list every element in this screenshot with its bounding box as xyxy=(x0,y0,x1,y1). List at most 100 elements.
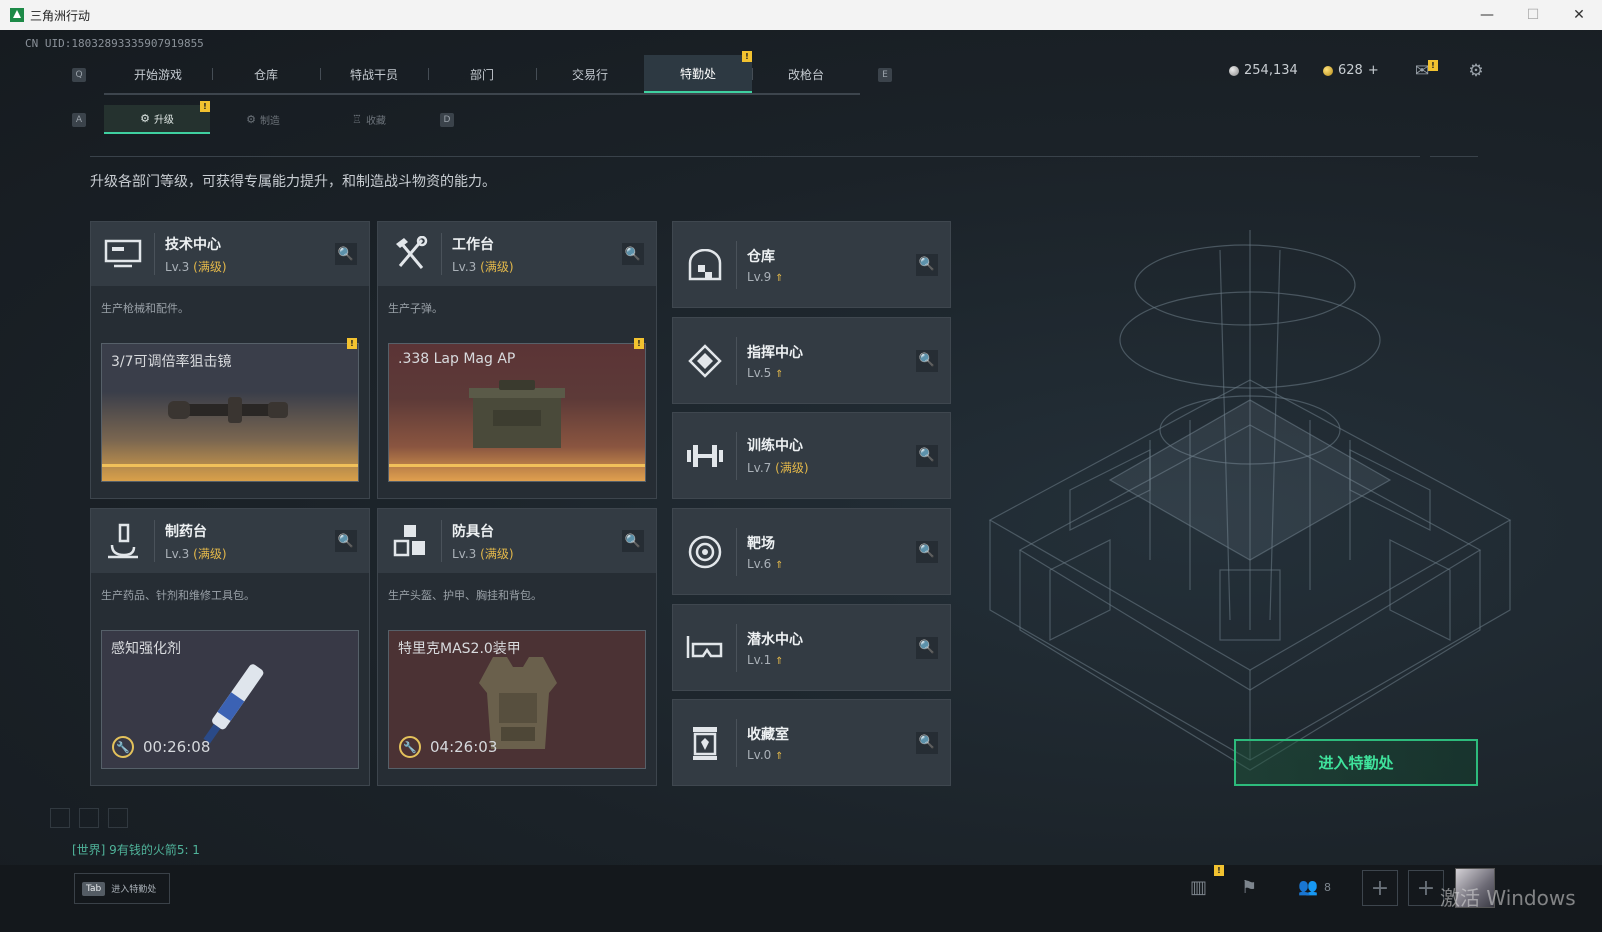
subtab-upgrade[interactable]: ⚙ 升级 ! xyxy=(104,101,210,134)
search-icon[interactable]: 🔍 xyxy=(335,243,357,265)
subtab-collection[interactable]: ♖ 收藏 xyxy=(316,105,422,134)
product-name: .338 Lap Mag AP xyxy=(398,351,516,367)
product-slot[interactable]: 感知强化剂 🔧 00:26:08 xyxy=(101,630,359,769)
timer-value: 00:26:08 xyxy=(143,738,211,756)
search-icon[interactable]: 🔍 xyxy=(916,444,938,467)
search-icon[interactable]: 🔍 xyxy=(622,530,644,552)
stats-badge: ! xyxy=(1214,865,1224,876)
tab-warehouse[interactable]: 仓库 xyxy=(212,55,320,93)
subtab-collection-label: 收藏 xyxy=(365,116,386,127)
sub-nav: A ⚙ 升级 ! ⚙ 制造 ♖ 收藏 D xyxy=(72,101,454,134)
game-viewport: CN UID:18032893335907919855 Q 开始游戏 仓库 特战… xyxy=(0,30,1602,932)
subtab-craft[interactable]: ⚙ 制造 xyxy=(210,105,316,134)
upgrade-icon: ⚙ xyxy=(140,112,150,125)
tab-special-ops[interactable]: 特勤处 ! xyxy=(644,51,752,93)
dept-card-pharmacy[interactable]: 制药台 Lv.3 (满级) 🔍 生产药品、针剂和维修工具包。 感知强化剂 🔧 0… xyxy=(90,508,370,786)
world-chat-message[interactable]: [世界] 9有钱的火箭5: 1 xyxy=(72,841,200,858)
upgrade-arrow-icon: ⇑ xyxy=(775,368,784,380)
add-team-slot-button[interactable]: + xyxy=(1362,870,1398,906)
dept-level: Lv.1 ⇑ xyxy=(747,652,784,667)
tab-key: Tab xyxy=(82,881,106,896)
card-title: 制药台 xyxy=(165,523,207,540)
headquarters-wireframe-image xyxy=(988,230,1512,771)
tab-start-game[interactable]: 开始游戏 xyxy=(104,55,212,93)
flag-icon[interactable]: ⚑ xyxy=(1241,877,1257,898)
decorative-square xyxy=(50,808,70,828)
maximize-button[interactable]: ☐ xyxy=(1510,0,1556,30)
target-icon xyxy=(673,527,737,576)
page-description: 升级各部门等级，可获得专属能力提升，和制造战斗物资的能力。 xyxy=(90,174,496,190)
divider xyxy=(1430,156,1478,157)
subtab-upgrade-label: 升级 xyxy=(153,115,174,126)
nav-next-key[interactable]: E xyxy=(878,68,892,82)
dept-title: 指挥中心 xyxy=(747,344,803,361)
search-icon[interactable]: 🔍 xyxy=(335,530,357,552)
silver-amount: 254,134 xyxy=(1244,63,1298,78)
window-title: 三角洲行动 xyxy=(30,8,91,23)
search-icon[interactable]: 🔍 xyxy=(622,243,644,265)
dept-card-workbench[interactable]: 工作台 Lv.3 (满级) 🔍 生产子弹。 .338 Lap Mag AP ! xyxy=(377,221,657,499)
settings-gear-icon[interactable]: ⚙ xyxy=(1466,63,1486,80)
main-nav: Q 开始游戏 仓库 特战干员 部门 交易行 特勤处 ! 改枪台 E xyxy=(72,51,892,95)
gold-coin-icon xyxy=(1323,65,1333,76)
dept-warehouse[interactable]: 仓库 Lv.9 ⇑ 🔍 xyxy=(672,221,951,308)
dept-card-tech-center[interactable]: 技术中心 Lv.3 (满级) 🔍 生产枪械和配件。 3/7可调倍率狙击镜 ! xyxy=(90,221,370,499)
scope-image xyxy=(168,397,288,423)
dept-title: 训练中心 xyxy=(747,438,803,454)
decorative-square xyxy=(79,808,99,828)
gold-currency[interactable]: 628 + xyxy=(1323,63,1379,78)
command-icon xyxy=(673,336,737,385)
friends-count: 8 xyxy=(1324,881,1331,894)
dept-level: Lv.9 ⇑ xyxy=(747,269,784,284)
dept-command-center[interactable]: 指挥中心 Lv.5 ⇑ 🔍 xyxy=(672,317,951,404)
ammo-box-image xyxy=(469,380,565,448)
dept-training-center[interactable]: 训练中心 Lv.7 (满级) 🔍 xyxy=(672,412,951,499)
subnav-next-key[interactable]: D xyxy=(440,112,454,127)
card-title: 工作台 xyxy=(452,236,494,253)
tab-trading[interactable]: 交易行 xyxy=(536,55,644,93)
search-icon[interactable]: 🔍 xyxy=(916,731,938,754)
gold-amount: 628 xyxy=(1338,63,1363,78)
trophy-icon xyxy=(673,718,737,767)
search-icon[interactable]: 🔍 xyxy=(916,540,938,563)
dept-card-armor[interactable]: 防具台 Lv.3 (满级) 🔍 生产头盔、护甲、胸挂和背包。 特里克MAS2.0… xyxy=(377,508,657,786)
dept-level: Lv.0 ⇑ xyxy=(747,747,784,762)
tab-shortcut-hint[interactable]: Tab 进入特勤处 xyxy=(74,873,170,904)
dept-diving-center[interactable]: 潜水中心 Lv.1 ⇑ 🔍 xyxy=(672,604,951,691)
minimize-button[interactable]: — xyxy=(1464,0,1510,30)
product-slot[interactable]: .338 Lap Mag AP xyxy=(388,343,646,482)
card-level: Lv.3 (满级) xyxy=(165,259,227,274)
close-button[interactable]: ✕ xyxy=(1556,0,1602,30)
tab-special-ops-label: 特勤处 xyxy=(679,66,716,81)
card-level: Lv.3 (满级) xyxy=(452,546,514,561)
timer-value: 04:26:03 xyxy=(430,738,498,756)
tab-departments[interactable]: 部门 xyxy=(428,55,536,93)
dept-collection-room[interactable]: 收藏室 Lv.0 ⇑ 🔍 xyxy=(672,699,951,786)
tab-gunsmith[interactable]: 改枪台 xyxy=(752,55,860,93)
silver-coin-icon xyxy=(1229,65,1239,76)
add-gold-button[interactable]: + xyxy=(1368,63,1379,78)
card-description: 生产枪械和配件。 xyxy=(101,302,189,315)
decorative-square xyxy=(108,808,128,828)
friends-icon[interactable]: 👥 xyxy=(1298,877,1318,896)
craft-timer: 🔧 04:26:03 xyxy=(399,736,497,758)
silver-currency: 254,134 xyxy=(1229,63,1298,78)
mail-badge: ! xyxy=(1428,60,1438,71)
search-icon[interactable]: 🔍 xyxy=(916,636,938,659)
product-slot[interactable]: 3/7可调倍率狙击镜 xyxy=(101,343,359,482)
search-icon[interactable]: 🔍 xyxy=(916,253,938,276)
wrench-icon: 🔧 xyxy=(112,736,134,758)
nav-prev-key[interactable]: Q xyxy=(72,68,86,82)
dept-shooting-range[interactable]: 靶场 Lv.6 ⇑ 🔍 xyxy=(672,508,951,595)
dept-title: 收藏室 xyxy=(747,726,789,743)
card-description: 生产子弹。 xyxy=(388,302,443,315)
tab-operators[interactable]: 特战干员 xyxy=(320,55,428,93)
enter-special-ops-button[interactable]: 进入特勤处 xyxy=(1234,739,1478,786)
add-team-slot-button[interactable]: + xyxy=(1408,870,1444,906)
stats-chart-icon[interactable]: ▥ xyxy=(1190,877,1207,898)
windows-activation-watermark: 激活 Windows xyxy=(1440,886,1576,910)
product-slot[interactable]: 特里克MAS2.0装甲 🔧 04:26:03 xyxy=(388,630,646,769)
subnav-prev-key[interactable]: A xyxy=(72,112,86,127)
search-icon[interactable]: 🔍 xyxy=(916,349,938,372)
warehouse-icon xyxy=(673,240,737,289)
